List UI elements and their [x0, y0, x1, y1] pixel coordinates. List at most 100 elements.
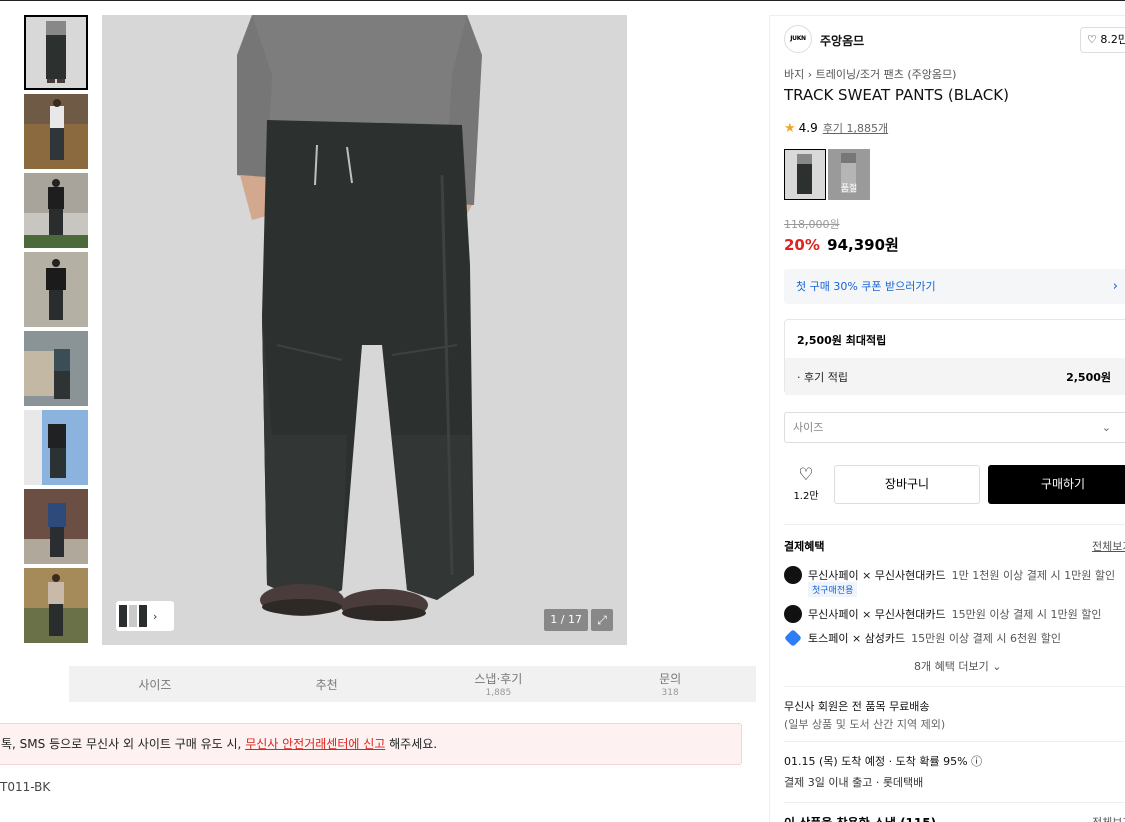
- preview-swatch-black-2: [139, 605, 147, 627]
- product-rating: ★ 4.9 후기 1,885개: [784, 120, 888, 136]
- warning-prefix: 톡, SMS 등으로 무신사 외 사이트 구매 유도 시,: [1, 737, 246, 751]
- breadcrumb: 바지 › 트레이닝/조거 팬츠 (주앙옴므): [784, 66, 956, 82]
- chevron-down-icon: ⌄: [992, 660, 1002, 673]
- color-option-black[interactable]: [784, 149, 826, 200]
- chevron-down-icon: ⌄: [1101, 421, 1111, 434]
- snap-view-all-link[interactable]: 전체보기: [1092, 814, 1125, 822]
- sale-price-row: 20% 94,390원: [784, 234, 899, 255]
- tab-snap-review-label: 스냅·후기: [474, 672, 523, 686]
- tab-inquiry-count: 318: [661, 688, 679, 698]
- payment-desc: 1만 1천원 이상 결제 시 1만원 할인: [951, 569, 1116, 582]
- top-border: [0, 0, 1125, 1]
- brand-logo[interactable]: JUKN: [784, 25, 812, 53]
- divider: [784, 524, 1125, 525]
- first-purchase-coupon-button[interactable]: 첫 구매 30% 쿠폰 받으러가기 ›: [784, 269, 1125, 304]
- thumbnail-4[interactable]: [24, 252, 88, 327]
- divider: [784, 802, 1125, 803]
- tab-size[interactable]: 사이즈: [69, 666, 241, 702]
- thumbnail-3[interactable]: [24, 173, 88, 248]
- snap-section-title: 이 상품을 착용한 스냅 (115): [784, 814, 936, 822]
- wishlist-button[interactable]: ♡ 1.2만: [784, 466, 828, 506]
- payment-view-all-link[interactable]: 전체보기: [1092, 538, 1125, 554]
- points-title: 2,500원 최대적립: [797, 334, 887, 347]
- thumbnail-1[interactable]: [24, 15, 88, 90]
- thumbnail-2[interactable]: [24, 94, 88, 169]
- divider: [784, 686, 1125, 687]
- more-benefits-button[interactable]: 8개 혜택 더보기 ⌄: [914, 658, 1001, 674]
- original-price: 118,000원: [784, 218, 840, 231]
- tab-snap-review-count: 1,885: [485, 688, 512, 698]
- payment-benefit-row: 토스페이 × 삼성카드 15만원 이상 결제 시 6천원 할인: [784, 629, 1061, 647]
- thumbnail-6[interactable]: [24, 410, 88, 485]
- product-title: TRACK SWEAT PANTS (BLACK): [784, 86, 1009, 104]
- tab-snap-review[interactable]: 스냅·후기 1,885: [413, 666, 585, 702]
- points-row-label: · 후기 적립: [797, 371, 848, 384]
- image-counter: 1 / 17: [544, 609, 588, 631]
- soldout-label: 품절: [840, 184, 858, 194]
- musinsa-pay-icon: [784, 566, 802, 584]
- chevron-right-icon: ›: [153, 609, 158, 623]
- warning-suffix: 해주세요.: [385, 737, 438, 751]
- coupon-label: 첫 구매 30% 쿠폰 받으러가기: [796, 280, 936, 293]
- thumbnail-7[interactable]: [24, 489, 88, 564]
- thumbnail-5[interactable]: [24, 331, 88, 406]
- payment-desc: 15만원 이상 결제 시 6천원 할인: [911, 632, 1061, 645]
- points-box: 2,500원 최대적립 · 후기 적립 2,500원: [784, 319, 1125, 395]
- tab-size-label: 사이즈: [138, 677, 172, 692]
- first-purchase-tag: 첫구매전용: [808, 582, 858, 597]
- sale-price: 94,390원: [827, 236, 899, 254]
- main-product-image[interactable]: › 1 / 17 ⤢: [102, 15, 627, 645]
- discount-rate: 20%: [784, 236, 820, 254]
- delivery-estimate: 01.15 (목) 도착 예정 · 도착 확률 95% ⓘ: [784, 753, 982, 769]
- preview-swatch-black: [119, 605, 127, 627]
- points-row-value: 2,500원: [1066, 371, 1111, 384]
- brand-name[interactable]: 주앙옴므: [820, 32, 864, 49]
- wishlist-count: 1.2만: [793, 491, 819, 502]
- thumbnail-8[interactable]: [24, 568, 88, 643]
- breadcrumb-subcategory[interactable]: 트레이닝/조거 팬츠 (주앙옴므): [816, 68, 957, 81]
- rating-value: 4.9: [798, 121, 818, 135]
- more-benefits-label: 8개 혜택 더보기: [914, 660, 989, 673]
- heart-icon: ♡: [798, 465, 814, 485]
- payment-desc: 15만원 이상 결제 시 1만원 할인: [951, 608, 1102, 621]
- divider: [784, 741, 1125, 742]
- heart-icon: ♡: [1087, 33, 1097, 46]
- product-info-panel: JUKN 주앙옴므 ♡ 8.2만 바지 › 트레이닝/조거 팬츠 (주앙옴므) …: [769, 15, 1125, 822]
- tab-recommend-label: 추천: [315, 677, 338, 692]
- tab-recommend[interactable]: 추천: [241, 666, 413, 702]
- add-to-cart-button[interactable]: 장바구니: [834, 465, 980, 504]
- size-select-placeholder: 사이즈: [793, 421, 824, 434]
- payment-benefit-row: 무신사페이 × 무신사현대카드 15만원 이상 결제 시 1만원 할인: [784, 605, 1101, 623]
- payment-brand: 무신사페이 × 무신사현대카드: [808, 608, 946, 621]
- delivery-estimate-text: 01.15 (목) 도착 예정 · 도착 확률 95%: [784, 755, 968, 768]
- color-preview-strip[interactable]: ›: [116, 601, 174, 631]
- free-shipping-note: (일부 상품 및 도서 산간 지역 제외): [784, 718, 946, 731]
- reviews-link[interactable]: 후기 1,885개: [823, 120, 888, 136]
- detail-tabs: 사이즈 추천 스냅·후기 1,885 문의 318: [69, 666, 756, 702]
- expand-icon[interactable]: ⤢: [591, 609, 613, 631]
- points-row: · 후기 적립 2,500원: [785, 358, 1125, 395]
- report-link[interactable]: 무신사 안전거래센터에 신고: [245, 737, 385, 751]
- tab-inquiry[interactable]: 문의 318: [584, 666, 756, 702]
- tab-inquiry-label: 문의: [659, 672, 682, 686]
- star-icon: ★: [784, 120, 796, 136]
- brand-like-count: 8.2만: [1100, 33, 1125, 46]
- payment-benefits-title: 결제혜택: [784, 540, 825, 553]
- info-icon[interactable]: ⓘ: [971, 755, 982, 768]
- product-photo: [102, 15, 627, 645]
- payment-brand: 토스페이 × 삼성카드: [808, 632, 906, 645]
- chevron-right-icon: ›: [1112, 279, 1118, 294]
- payment-brand: 무신사페이 × 무신사현대카드: [808, 569, 946, 582]
- brand-like-button[interactable]: ♡ 8.2만: [1080, 27, 1125, 53]
- size-select[interactable]: 사이즈 ⌄: [784, 412, 1125, 443]
- product-code: T011-BK: [0, 780, 51, 794]
- safety-warning-banner: 톡, SMS 등으로 무신사 외 사이트 구매 유도 시, 무신사 안전거래센터…: [0, 723, 742, 765]
- breadcrumb-category[interactable]: 바지: [784, 68, 804, 81]
- delivery-carrier: 결제 3일 이내 출고 · 롯데택배: [784, 776, 924, 789]
- preview-swatch-grey: [129, 605, 137, 627]
- toss-pay-icon: [784, 629, 802, 647]
- thumbnail-list: [24, 15, 88, 647]
- chevron-right-icon: ›: [807, 68, 816, 81]
- color-option-grey[interactable]: 품절: [828, 149, 870, 200]
- buy-now-button[interactable]: 구매하기: [988, 465, 1125, 504]
